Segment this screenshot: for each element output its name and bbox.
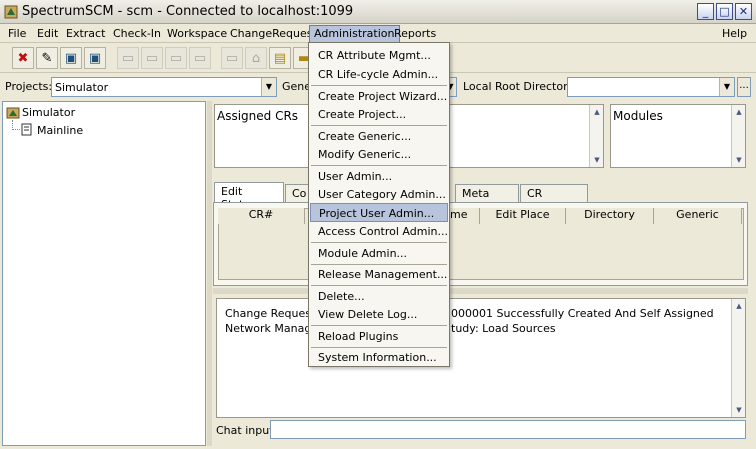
menu-item-system-information[interactable]: System Information... xyxy=(310,348,448,367)
modules-title: Modules xyxy=(613,109,663,123)
menu-item-create-project[interactable]: Create Project... xyxy=(310,105,448,124)
column-header-name[interactable]: me xyxy=(450,208,480,224)
menu-item-project-user-admin[interactable]: Project User Admin... xyxy=(310,203,448,222)
menu-item-create-project-wizard[interactable]: Create Project Wizard... xyxy=(310,87,448,106)
menu-edit[interactable]: Edit xyxy=(33,26,62,42)
log-line-1-right: 000001 Successfully Created And Self Ass… xyxy=(451,307,714,320)
assigned-scrollbar[interactable]: ▲ ▼ xyxy=(589,105,603,167)
modules-panel: Modules ▲ ▼ xyxy=(610,104,746,168)
menu-separator xyxy=(311,285,447,286)
scroll-down-icon[interactable]: ▼ xyxy=(732,403,746,417)
project-tree: Simulator Mainline xyxy=(2,101,206,446)
new-file-icon[interactable]: ▤ xyxy=(269,47,291,69)
log-panel: Change Request N 000001 Successfully Cre… xyxy=(216,298,746,418)
menu-item-view-delete-log[interactable]: View Delete Log... xyxy=(310,305,448,324)
menu-item-user-category-admin[interactable]: User Category Admin... xyxy=(310,185,448,204)
branch-icon xyxy=(21,123,32,136)
menu-separator xyxy=(311,242,447,243)
column-header-cr[interactable]: CR# xyxy=(218,208,305,224)
menu-reports[interactable]: Reports xyxy=(390,26,440,42)
tab-meta-info[interactable]: Meta Info xyxy=(455,184,519,213)
menu-separator xyxy=(311,125,447,126)
menu-item-module-admin[interactable]: Module Admin... xyxy=(310,244,448,263)
close-x-icon[interactable]: ✖ xyxy=(12,47,34,69)
column-header-edit-place[interactable]: Edit Place xyxy=(480,208,566,224)
menu-item-modify-generic[interactable]: Modify Generic... xyxy=(310,145,448,164)
window-title: SpectrumSCM - scm - Connected to localho… xyxy=(22,4,354,19)
horizontal-splitter[interactable] xyxy=(213,288,748,294)
menu-item-release-management[interactable]: Release Management... xyxy=(310,265,448,284)
generic-label: Gene xyxy=(282,80,312,93)
menu-bar: File Edit Extract Check-In Workspace Cha… xyxy=(0,24,756,43)
title-bar[interactable]: SpectrumSCM - scm - Connected to localho… xyxy=(0,0,756,24)
column-header-generic[interactable]: Generic xyxy=(654,208,742,224)
menu-item-reload-plugins[interactable]: Reload Plugins xyxy=(310,327,448,346)
monitor-icon[interactable]: ▣ xyxy=(84,47,106,69)
edit-document-icon[interactable]: ✎ xyxy=(36,47,58,69)
tree-node-mainline[interactable]: Mainline xyxy=(37,124,83,137)
lock-icon[interactable]: ⌂ xyxy=(245,47,267,69)
tab-cr-search[interactable]: CR Search xyxy=(520,184,588,213)
local-root-label: Local Root Directory: xyxy=(463,80,578,93)
maximize-icon[interactable]: □ xyxy=(716,3,733,20)
menu-changerequest[interactable]: ChangeRequest xyxy=(226,26,321,42)
browse-button[interactable]: ... xyxy=(737,77,751,97)
menu-workspace[interactable]: Workspace xyxy=(163,26,231,42)
log-line-2-left: Network Manage xyxy=(225,322,319,335)
close-icon[interactable]: ✕ xyxy=(735,3,752,20)
menu-separator xyxy=(311,165,447,166)
menu-item-cr-attribute-mgmt[interactable]: CR Attribute Mgmt... xyxy=(310,46,448,65)
menu-file[interactable]: File xyxy=(4,26,30,42)
tab-co[interactable]: Co xyxy=(285,184,309,202)
menu-separator xyxy=(311,85,447,86)
local-root-combo[interactable]: ▼ xyxy=(567,77,735,97)
menu-item-access-control-admin[interactable]: Access Control Admin... xyxy=(310,222,448,241)
scroll-up-icon[interactable]: ▲ xyxy=(590,105,604,119)
folder-icon[interactable]: ▭ xyxy=(141,47,163,69)
menu-check-in[interactable]: Check-In xyxy=(109,26,165,42)
chat-input[interactable] xyxy=(270,420,746,439)
projects-value: Simulator xyxy=(55,81,109,94)
minimize-icon[interactable]: _ xyxy=(697,3,714,20)
folder-icon[interactable]: ▭ xyxy=(221,47,243,69)
chevron-down-icon[interactable]: ▼ xyxy=(719,78,734,96)
menu-item-create-generic[interactable]: Create Generic... xyxy=(310,127,448,146)
projects-combo[interactable]: Simulator ▼ xyxy=(51,77,277,97)
scroll-up-icon[interactable]: ▲ xyxy=(732,299,746,313)
folder-icon[interactable]: ▭ xyxy=(165,47,187,69)
menu-separator xyxy=(311,325,447,326)
chat-input-label: Chat input: xyxy=(216,424,278,437)
menu-item-delete[interactable]: Delete... xyxy=(310,287,448,306)
vertical-splitter[interactable] xyxy=(207,101,212,446)
assigned-crs-title: Assigned CRs xyxy=(217,109,299,123)
chevron-down-icon[interactable]: ▼ xyxy=(261,78,276,96)
log-line-2-right: tudy: Load Sources xyxy=(451,322,556,335)
menu-help[interactable]: Help xyxy=(718,26,751,42)
menu-extract[interactable]: Extract xyxy=(62,26,109,42)
project-icon xyxy=(6,107,20,119)
column-header-directory[interactable]: Directory xyxy=(566,208,654,224)
projects-label: Projects: xyxy=(5,80,53,93)
monitor-icon[interactable]: ▣ xyxy=(60,47,82,69)
folder-icon[interactable]: ▭ xyxy=(117,47,139,69)
menu-administration[interactable]: Administration xyxy=(309,25,400,43)
folder-icon[interactable]: ▭ xyxy=(189,47,211,69)
tree-node-simulator[interactable]: Simulator xyxy=(22,106,75,119)
scroll-up-icon[interactable]: ▲ xyxy=(732,105,746,119)
scroll-down-icon[interactable]: ▼ xyxy=(732,153,746,167)
app-icon xyxy=(4,5,18,19)
menu-item-cr-life-cycle-admin[interactable]: CR Life-cycle Admin... xyxy=(310,65,448,84)
menu-item-user-admin[interactable]: User Admin... xyxy=(310,167,448,186)
scroll-down-icon[interactable]: ▼ xyxy=(590,153,604,167)
administration-menu: CR Attribute Mgmt... CR Life-cycle Admin… xyxy=(308,42,450,367)
tab-edit-status[interactable]: Edit Status xyxy=(214,182,284,211)
log-scrollbar[interactable]: ▲ ▼ xyxy=(731,299,745,417)
modules-scrollbar[interactable]: ▲ ▼ xyxy=(731,105,745,167)
